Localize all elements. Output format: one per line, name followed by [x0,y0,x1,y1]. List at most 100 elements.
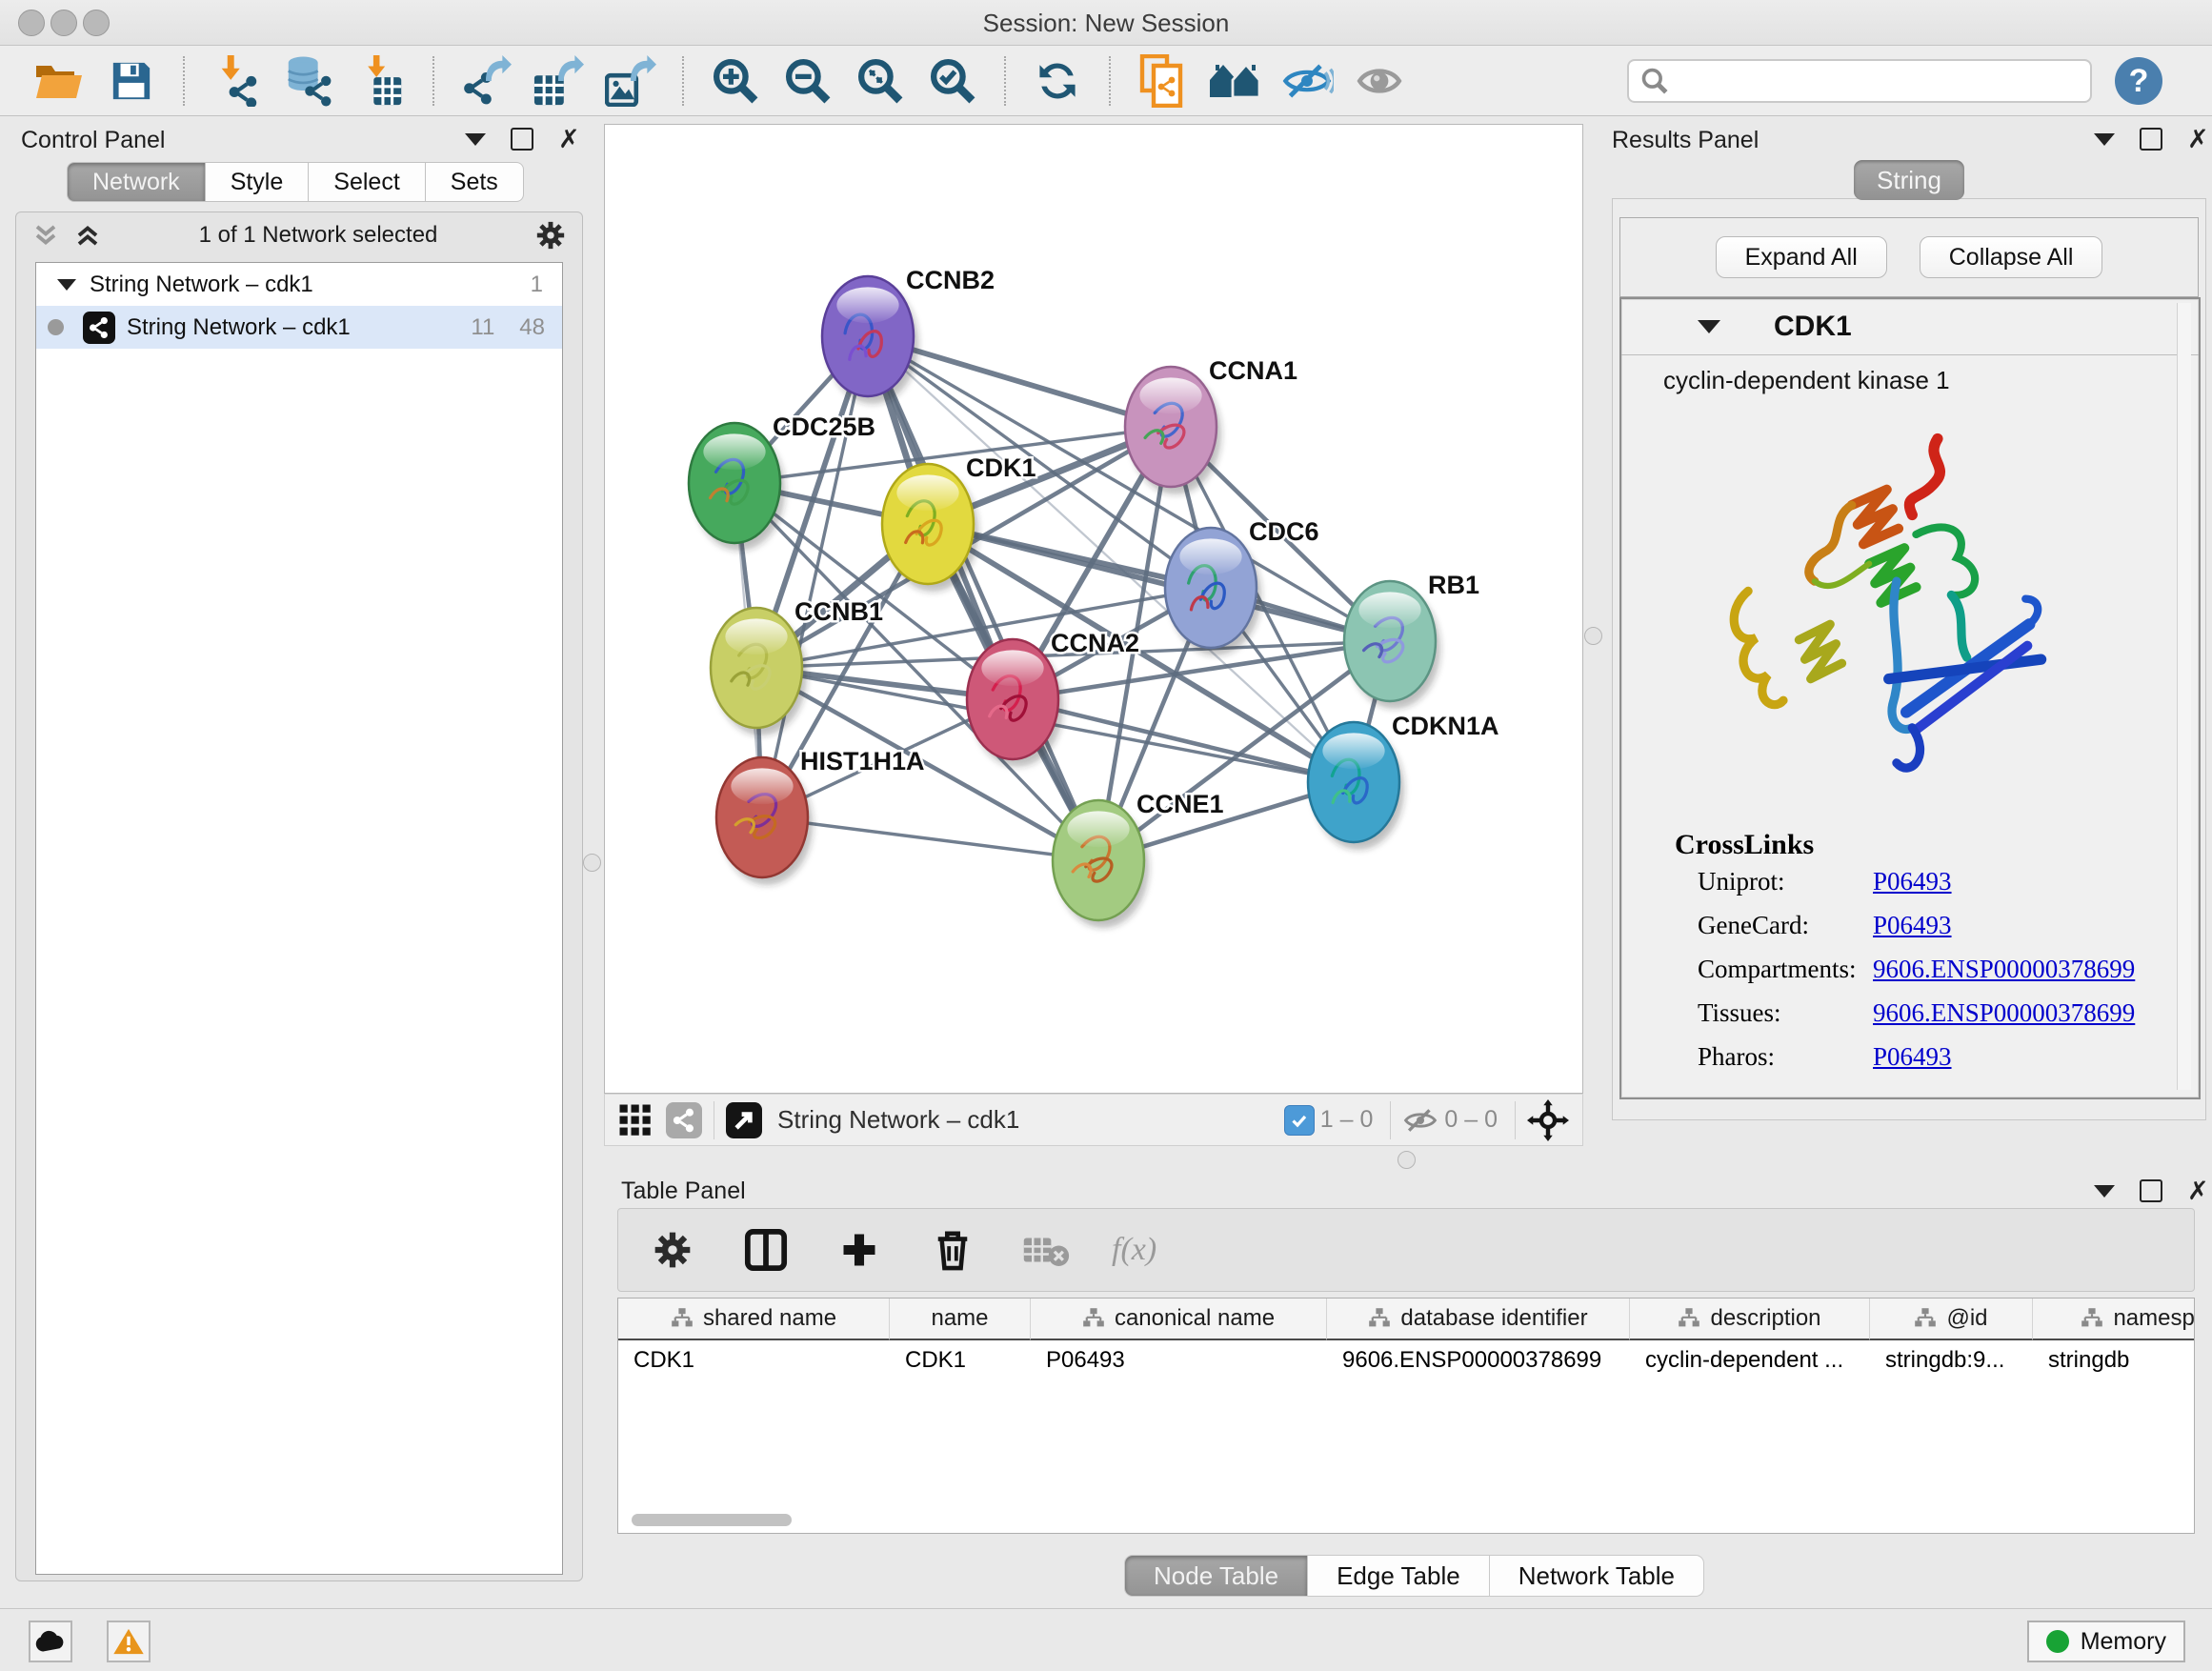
export-table-button[interactable] [528,51,589,111]
cell-name[interactable]: CDK1 [890,1340,1031,1380]
crosslink-tissues-link[interactable]: 9606.ENSP00000378699 [1873,998,2135,1028]
table-settings-button[interactable] [645,1222,700,1278]
panel-menu-icon[interactable] [2094,1185,2115,1198]
tab-select[interactable]: Select [309,162,425,202]
birdseye-grid-icon[interactable] [618,1103,653,1137]
help-button[interactable]: ? [2115,57,2162,105]
cell-canonical-name[interactable]: P06493 [1031,1340,1327,1380]
cell-database-identifier[interactable]: 9606.ENSP00000378699 [1327,1340,1630,1380]
network-node[interactable] [1165,528,1257,648]
export-image-button[interactable] [600,51,661,111]
network-node[interactable] [822,276,914,396]
float-panel-icon[interactable] [511,128,533,151]
network-node[interactable] [967,639,1058,759]
network-node[interactable] [1053,800,1144,920]
results-vertical-scrollbar[interactable] [2177,303,2191,1090]
hide-selection-button[interactable] [1277,51,1337,111]
column-header[interactable]: shared name [618,1299,890,1340]
network-canvas[interactable]: CCNB2CCNA1CDC25BCDK1CDC6RB1CCNB1CCNA2CDK… [604,124,1583,1094]
collapse-all-icon[interactable] [31,221,60,250]
panel-menu-icon[interactable] [465,133,486,146]
memory-button[interactable]: Memory [2027,1621,2185,1662]
network-node[interactable] [1344,581,1436,701]
network-node[interactable] [689,423,780,543]
export-network-button[interactable] [455,51,516,111]
bottom-divider-handle[interactable] [1398,1151,1416,1169]
fit-content-crosshair-icon[interactable] [1527,1099,1569,1141]
show-columns-button[interactable] [738,1222,794,1278]
delete-column-button[interactable] [925,1222,980,1278]
tab-style[interactable]: Style [206,162,310,202]
warnings-button[interactable] [107,1621,151,1662]
string-network-graph[interactable]: CCNB2CCNA1CDC25BCDK1CDC6RB1CCNB1CCNA2CDK… [605,125,1582,1093]
table-horizontal-scrollbar[interactable] [632,1514,792,1526]
column-header[interactable]: namespace [2033,1299,2195,1340]
crosslink-compartments-link[interactable]: 9606.ENSP00000378699 [1873,955,2135,984]
left-divider-handle[interactable] [583,854,601,872]
column-header[interactable]: @id [1870,1299,2033,1340]
crosslink-uniprot-link[interactable]: P06493 [1873,867,1952,896]
selected-checkbox[interactable] [1284,1105,1315,1136]
collapse-all-button[interactable]: Collapse All [1920,236,2103,278]
table-row[interactable]: CDK1 CDK1 P06493 9606.ENSP00000378699 cy… [618,1340,2194,1380]
float-panel-icon[interactable] [2140,128,2162,151]
cell-shared-name[interactable]: CDK1 [618,1340,890,1380]
cloud-status-button[interactable] [29,1621,72,1662]
right-divider-handle[interactable] [1584,627,1602,645]
network-node[interactable] [882,464,974,584]
apply-preferred-layout-button[interactable] [1027,51,1088,111]
gear-icon[interactable] [534,219,567,252]
zoom-in-button[interactable] [705,51,766,111]
new-network-from-selection-button[interactable] [1132,51,1193,111]
column-header[interactable]: database identifier [1327,1299,1630,1340]
column-header[interactable]: description [1630,1299,1870,1340]
import-network-from-database-button[interactable] [278,51,339,111]
tab-network[interactable]: Network [67,162,206,202]
cell-description[interactable]: cyclin-dependent ... [1630,1340,1870,1380]
open-session-button[interactable] [29,51,90,111]
import-network-from-file-button[interactable] [206,51,267,111]
cell-namespace[interactable]: stringdb [2033,1340,2195,1380]
delete-table-button[interactable] [1018,1222,1074,1278]
close-panel-icon[interactable]: ✗ [2187,1181,2209,1200]
create-column-button[interactable] [832,1222,887,1278]
network-node[interactable] [1125,367,1217,487]
string-app-icon[interactable] [666,1102,702,1138]
network-collection-row[interactable]: String Network – cdk1 1 [36,263,562,306]
network-node[interactable] [1308,722,1399,842]
cell-id[interactable]: stringdb:9... [1870,1340,2033,1380]
crosslink-genecard-link[interactable]: P06493 [1873,911,1952,940]
show-all-button[interactable] [1349,51,1410,111]
expand-all-button[interactable]: Expand All [1716,236,1887,278]
network-node[interactable] [716,757,808,877]
tab-sets[interactable]: Sets [426,162,524,202]
import-table-from-file-button[interactable] [351,51,412,111]
expand-all-icon[interactable] [73,221,102,250]
save-session-button[interactable] [101,51,162,111]
zoom-selected-button[interactable] [922,51,983,111]
zoom-out-button[interactable] [777,51,838,111]
network-selection-status: 1 of 1 Network selected [102,222,534,249]
tab-node-table[interactable]: Node Table [1124,1555,1308,1597]
close-panel-icon[interactable]: ✗ [2187,130,2209,149]
tab-network-table[interactable]: Network Table [1490,1555,1704,1597]
column-header[interactable]: name [890,1299,1031,1340]
close-panel-icon[interactable]: ✗ [558,130,580,149]
first-neighbors-button[interactable] [1204,51,1265,111]
column-header[interactable]: canonical name [1031,1299,1327,1340]
gene-section-header[interactable]: CDK1 [1621,299,2199,355]
results-tab-string[interactable]: String [1854,160,1964,200]
network-row[interactable]: String Network – cdk1 11 48 [36,306,562,349]
zoom-fit-button[interactable] [850,51,911,111]
crosslink-pharos-link[interactable]: P06493 [1873,1042,1952,1072]
check-icon [1290,1111,1309,1130]
tab-edge-table[interactable]: Edge Table [1308,1555,1490,1597]
function-builder-button[interactable]: f(x) [1112,1232,1156,1268]
search-input[interactable] [1669,67,2054,95]
network-node[interactable] [711,608,802,728]
open-in-browser-icon[interactable] [726,1102,762,1138]
section-expander-icon[interactable] [1698,320,1720,333]
panel-menu-icon[interactable] [2094,133,2115,146]
float-panel-icon[interactable] [2140,1179,2162,1202]
tree-expander-icon[interactable] [57,279,76,291]
